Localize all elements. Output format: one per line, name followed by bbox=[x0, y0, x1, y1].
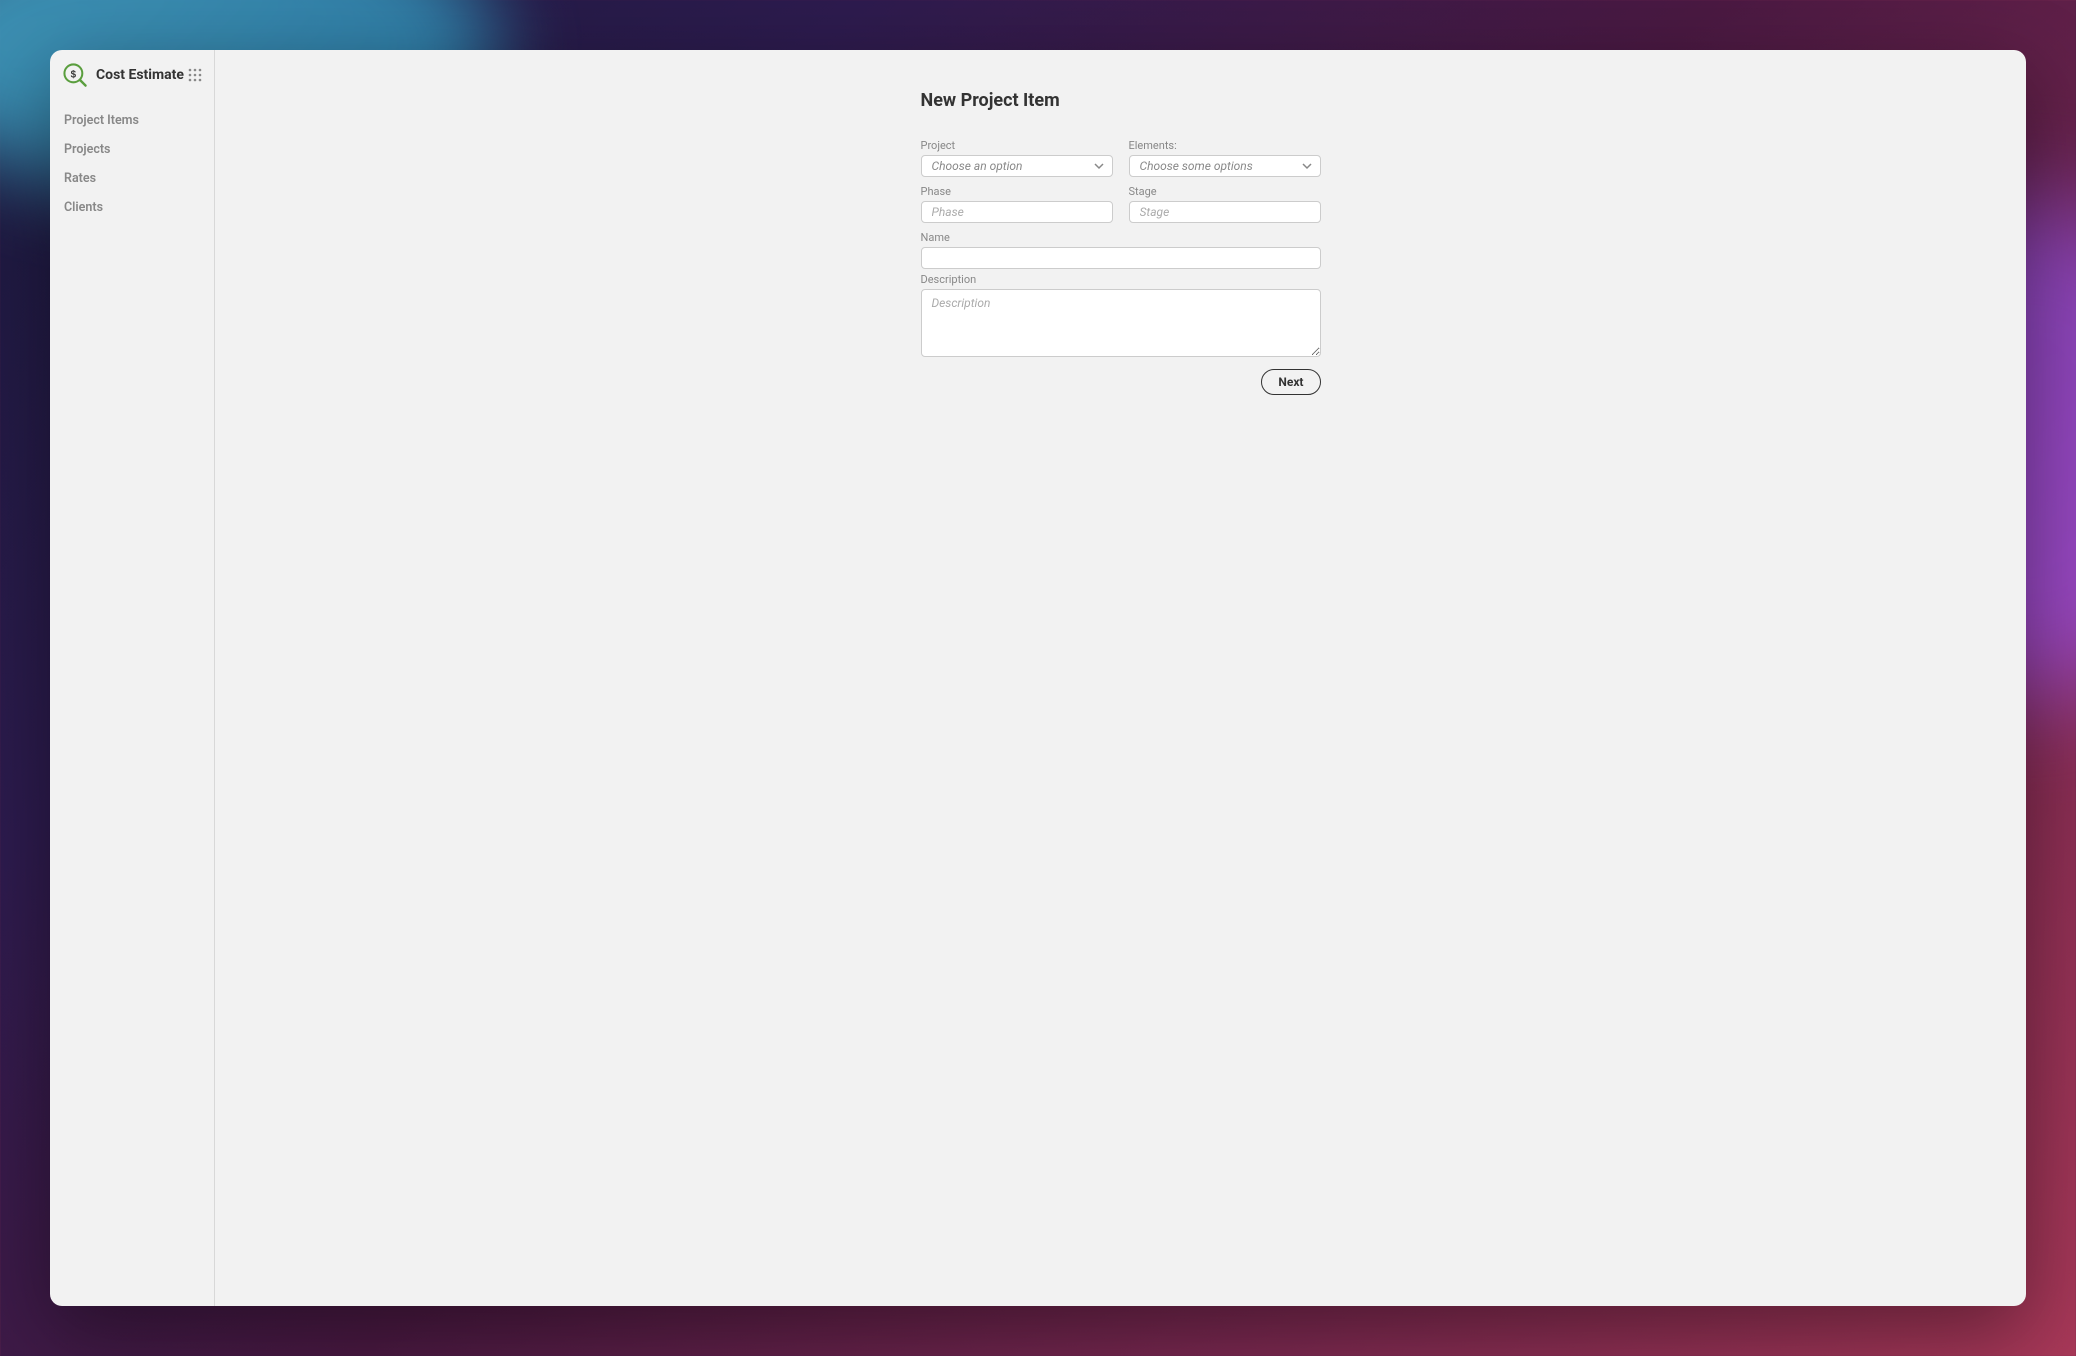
field-description: Description bbox=[921, 273, 1321, 357]
chevron-down-icon bbox=[1094, 161, 1104, 171]
sidebar-item-clients[interactable]: Clients bbox=[50, 193, 214, 222]
app-title: Cost Estimate bbox=[96, 67, 184, 83]
form-container: New Project Item Project Choose an optio… bbox=[921, 90, 1321, 395]
field-phase: Phase bbox=[921, 185, 1113, 223]
label-elements: Elements: bbox=[1129, 139, 1321, 152]
input-stage[interactable] bbox=[1129, 201, 1321, 223]
app-window: $ Cost Estimate Project Items Projects bbox=[50, 50, 2026, 1306]
svg-text:$: $ bbox=[71, 69, 77, 80]
textarea-description[interactable] bbox=[921, 289, 1321, 357]
label-name: Name bbox=[921, 231, 1321, 244]
next-button[interactable]: Next bbox=[1261, 369, 1320, 395]
app-brand[interactable]: $ Cost Estimate bbox=[62, 62, 184, 88]
select-elements-placeholder: Choose some options bbox=[1140, 159, 1253, 173]
label-phase: Phase bbox=[921, 185, 1113, 198]
sidebar-nav: Project Items Projects Rates Clients bbox=[50, 106, 214, 222]
sidebar-header: $ Cost Estimate bbox=[50, 62, 214, 106]
sidebar-item-project-items[interactable]: Project Items bbox=[50, 106, 214, 135]
field-stage: Stage bbox=[1129, 185, 1321, 223]
label-stage: Stage bbox=[1129, 185, 1321, 198]
select-elements[interactable]: Choose some options bbox=[1129, 155, 1321, 177]
label-project: Project bbox=[921, 139, 1113, 152]
page-title: New Project Item bbox=[921, 90, 1321, 111]
select-project[interactable]: Choose an option bbox=[921, 155, 1113, 177]
chevron-down-icon bbox=[1302, 161, 1312, 171]
button-row: Next bbox=[921, 369, 1321, 395]
field-elements: Elements: Choose some options bbox=[1129, 139, 1321, 177]
app-logo-icon: $ bbox=[62, 62, 88, 88]
main-content: New Project Item Project Choose an optio… bbox=[215, 50, 2026, 1306]
input-name[interactable] bbox=[921, 247, 1321, 269]
sidebar: $ Cost Estimate Project Items Projects bbox=[50, 50, 215, 1306]
sidebar-item-projects[interactable]: Projects bbox=[50, 135, 214, 164]
label-description: Description bbox=[921, 273, 1321, 286]
apps-grid-icon[interactable] bbox=[188, 68, 202, 82]
select-project-placeholder: Choose an option bbox=[932, 159, 1023, 173]
input-phase[interactable] bbox=[921, 201, 1113, 223]
field-project: Project Choose an option bbox=[921, 139, 1113, 177]
sidebar-item-rates[interactable]: Rates bbox=[50, 164, 214, 193]
field-name: Name bbox=[921, 231, 1321, 269]
